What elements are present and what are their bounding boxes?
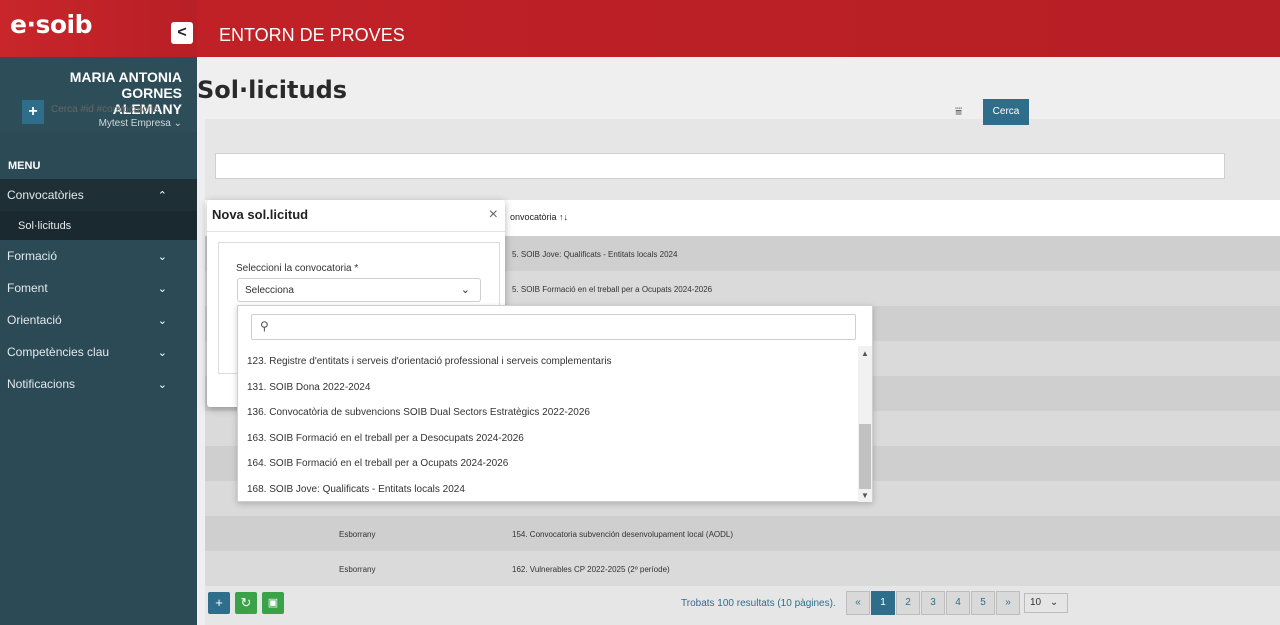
add-button-footer[interactable]: + — [208, 592, 230, 614]
add-button[interactable]: + — [22, 100, 44, 124]
per-page-value: 10 — [1030, 597, 1042, 608]
chevron-up-icon: ⌃ — [157, 189, 167, 202]
close-icon[interactable]: × — [489, 206, 498, 224]
dropdown-option[interactable]: 164. SOIB Formació en el treball per a O… — [238, 451, 858, 477]
row-call: 5. SOIB Jove: Qualificats - Entitats loc… — [512, 250, 678, 259]
company-label: Mytest Empresa — [98, 118, 171, 129]
page-header: Sol·licituds — [197, 57, 1280, 121]
pagination: « 1 2 3 4 5 » — [846, 591, 1021, 615]
dropdown-options: 123. Registre d'entitats i serveis d'ori… — [238, 349, 858, 502]
page-last[interactable]: » — [996, 591, 1020, 615]
sidebar-item-label: Competències clau — [7, 345, 110, 359]
sidebar-item-label: Formació — [7, 249, 58, 263]
user-name-line1: MARIA ANTONIA GORNES — [69, 69, 182, 101]
sidebar-item-sollicituds[interactable]: Sol·licituds — [0, 211, 197, 240]
sidebar-item-foment[interactable]: Foment ⌄ — [0, 272, 197, 304]
convocatoria-dropdown: ⚲ 123. Registre d'entitats i serveis d'o… — [237, 305, 873, 502]
esoib-logo[interactable]: e·soib — [10, 10, 92, 39]
refresh-icon[interactable]: ↻ — [235, 592, 257, 614]
chevron-down-icon: ⌄ — [157, 250, 167, 263]
scrollbar-thumb[interactable] — [859, 424, 871, 489]
chevron-down-icon: ⌄ — [157, 314, 167, 327]
chevron-down-icon: ⌄ — [1049, 597, 1059, 608]
page-2[interactable]: 2 — [896, 591, 920, 615]
page-title: Sol·licituds — [197, 76, 348, 104]
top-bar: e·soib < ENTORN DE PROVES — [0, 0, 1280, 57]
sidebar-item-notificacions[interactable]: Notificacions ⌄ — [0, 368, 197, 400]
sidebar-item-orientacio[interactable]: Orientació ⌄ — [0, 304, 197, 336]
environment-label: ENTORN DE PROVES — [219, 25, 405, 45]
table-row[interactable]: Esborrany 162. Vulnerables CP 2022-2025 (… — [205, 551, 1280, 586]
search-input[interactable]: Cerca #id #convocatoria — [51, 104, 159, 115]
dropdown-option[interactable]: 136. Convocatòria de subvencions SOIB Du… — [238, 400, 858, 426]
select-value: Selecciona — [245, 285, 294, 296]
results-count: Trobats 100 resultats (10 pàgines). — [681, 598, 836, 609]
menu-label: MENU — [0, 132, 197, 179]
chevron-down-icon: ⌄ — [173, 118, 182, 129]
chevron-down-icon: ⌄ — [157, 346, 167, 359]
sidebar-item-label: Notificacions — [7, 377, 76, 391]
modal-title: Nova sol.licitud — [212, 207, 309, 222]
filter-icon[interactable]: ⩸ — [955, 104, 962, 119]
modal-header: Nova sol.licitud × — [207, 200, 505, 232]
scroll-down-icon[interactable]: ▼ — [861, 491, 869, 500]
row-status: Esborrany — [339, 565, 376, 574]
chevron-down-icon: ⌄ — [157, 282, 167, 295]
convocatoria-select[interactable]: Selecciona ⌄ — [237, 278, 481, 302]
sidebar-collapse-button[interactable]: < — [171, 22, 193, 44]
dropdown-option[interactable]: 163. SOIB Formació en el treball per a D… — [238, 426, 858, 452]
scroll-up-icon[interactable]: ▲ — [861, 349, 869, 358]
row-call: 5. SOIB Formació en el treball per a Ocu… — [512, 285, 713, 294]
page-3[interactable]: 3 — [921, 591, 945, 615]
row-call: 162. Vulnerables CP 2022-2025 (2º períod… — [512, 565, 670, 574]
chevron-down-icon: ⌄ — [157, 378, 167, 391]
dropdown-option[interactable]: 123. Registre d'entitats i serveis d'ori… — [238, 349, 858, 375]
search-bar — [215, 153, 1225, 179]
dropdown-search-input[interactable]: ⚲ — [251, 314, 856, 340]
convocatoria-label: Seleccioni la convocatoria * — [236, 263, 359, 274]
page-1[interactable]: 1 — [871, 591, 895, 615]
dropdown-option[interactable]: 131. SOIB Dona 2022-2024 — [238, 375, 858, 401]
search-icon: ⚲ — [260, 319, 269, 333]
sidebar-item-competencies-clau[interactable]: Competències clau ⌄ — [0, 336, 197, 368]
sidebar: MARIA ANTONIA GORNES ALEMANY Mytest Empr… — [0, 57, 197, 625]
header-bar: ENTORN DE PROVES — [197, 0, 1280, 57]
chevron-down-icon: ⌄ — [460, 284, 470, 296]
page-4[interactable]: 4 — [946, 591, 970, 615]
sidebar-item-label: Sol·licituds — [18, 219, 72, 232]
sidebar-item-label: Foment — [7, 281, 48, 295]
dropdown-scrollbar[interactable]: ▲ ▼ — [858, 346, 872, 502]
page-5[interactable]: 5 — [971, 591, 995, 615]
sidebar-item-label: Orientació — [7, 313, 62, 327]
row-status: Esborrany — [339, 530, 376, 539]
sidebar-item-formacio[interactable]: Formació ⌄ — [0, 240, 197, 272]
sidebar-item-label: Convocatòries — [7, 188, 84, 202]
per-page-select[interactable]: 10 ⌄ — [1024, 593, 1068, 613]
sidebar-item-convocatories[interactable]: Convocatòries ⌃ — [0, 179, 197, 211]
dropdown-option[interactable]: 168. SOIB Jove: Qualificats - Entitats l… — [238, 477, 858, 503]
brand-area: e·soib < — [0, 0, 197, 57]
export-excel-icon[interactable]: ▣ — [262, 592, 284, 614]
search-button[interactable]: Cerca — [983, 99, 1029, 125]
table-row[interactable]: Esborrany 154. Convocatoria subvención de… — [205, 516, 1280, 551]
column-header-convocatoria[interactable]: onvocatòria ↑↓ — [510, 212, 568, 222]
page-first[interactable]: « — [846, 591, 870, 615]
row-call: 154. Convocatoria subvención desenvolupa… — [512, 530, 734, 539]
